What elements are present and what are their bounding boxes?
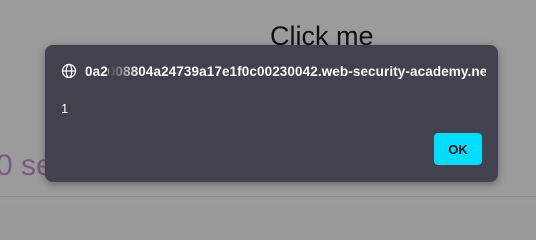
background-divider: [0, 196, 536, 197]
dialog-origin-row: 0a2008804a24739a17e1f0c00230042.web-secu…: [61, 62, 486, 80]
globe-icon: [61, 63, 77, 79]
ok-button[interactable]: OK: [434, 133, 482, 165]
alert-dialog: 0a2008804a24739a17e1f0c00230042.web-secu…: [45, 45, 498, 182]
dialog-origin-value: 0a2008804a24739a17e1f0c00230042.web-secu…: [85, 63, 486, 79]
dialog-message: 1: [61, 101, 69, 116]
dialog-origin-text: 0a2008804a24739a17e1f0c00230042.web-secu…: [85, 63, 486, 79]
